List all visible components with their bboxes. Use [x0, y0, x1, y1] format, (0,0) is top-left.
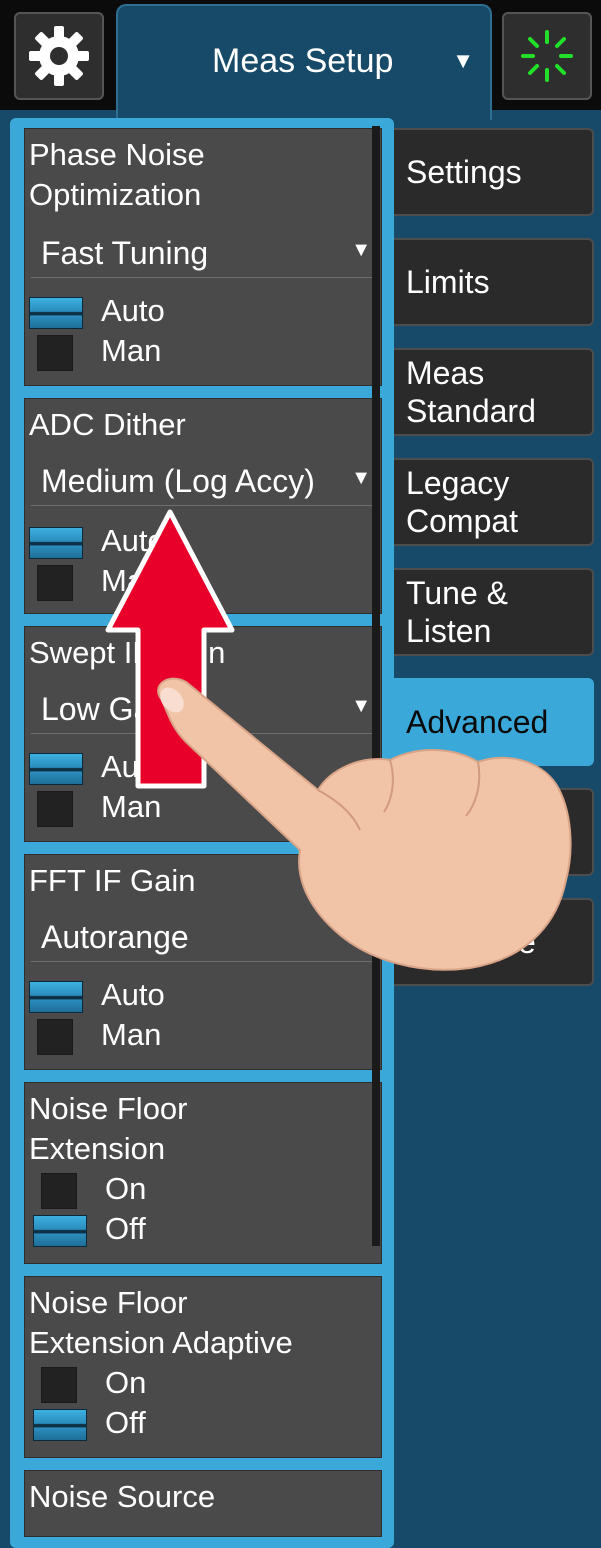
panel-title: Swept IF Gain	[29, 635, 226, 670]
meas-setup-menu-tab[interactable]: Meas Setup ▼	[116, 4, 492, 120]
radio-indicator	[41, 1367, 77, 1403]
man-radio[interactable]: Man	[25, 789, 355, 829]
radio-indicator	[37, 791, 73, 827]
select-value: Medium (Log Accy)	[41, 463, 315, 499]
noise-floor-extension-panel: Noise Floor Extension On Off	[24, 1082, 382, 1264]
fft-if-gain-value: Autorange	[31, 909, 377, 962]
auto-radio[interactable]: Auto	[25, 293, 355, 333]
dropdown-scrollbar[interactable]	[372, 126, 380, 1246]
radio-indicator	[37, 335, 73, 371]
off-radio[interactable]: Off	[25, 1211, 355, 1251]
radio-selected-indicator	[29, 981, 83, 1013]
dropdown-caret-icon: ▼	[351, 239, 371, 261]
radio-label: Auto	[101, 293, 165, 328]
select-value: Fast Tuning	[41, 235, 209, 271]
side-button-label: Meas	[406, 355, 485, 391]
panel-title: FFT IF Gain	[29, 863, 196, 898]
dropdown-caret-icon: ▼	[351, 695, 371, 717]
radio-indicator	[37, 565, 73, 601]
man-radio[interactable]: Man	[25, 563, 355, 603]
on-radio[interactable]: On	[25, 1171, 355, 1211]
side-button-label: Standard	[406, 393, 536, 429]
side-button-settings[interactable]: Settings	[380, 128, 594, 216]
radio-label: Man	[101, 789, 162, 824]
radio-label: On	[105, 1365, 147, 1400]
auto-radio[interactable]: Auto	[25, 977, 355, 1017]
panel-title: Phase Noise Optimization	[29, 137, 205, 212]
adc-dither-panel: ADC Dither Medium (Log Accy) ▼ Auto Man	[24, 398, 382, 614]
select-value: Autorange	[41, 919, 189, 955]
off-radio[interactable]: Off	[25, 1405, 355, 1445]
side-button-label: Advanced	[406, 704, 549, 740]
auto-radio[interactable]: Auto	[25, 749, 355, 789]
side-button-limits[interactable]: Limits	[380, 238, 594, 326]
dropdown-caret-icon: ▼	[351, 467, 371, 489]
side-button-legacy-compat[interactable]: Legacy Compat	[380, 458, 594, 546]
select-value: Low Gain	[41, 691, 177, 727]
auto-radio[interactable]: Auto	[25, 523, 355, 563]
settings-button[interactable]	[14, 12, 104, 100]
phase-noise-optimization-panel: Phase Noise Optimization Fast Tuning ▼ A…	[24, 128, 382, 386]
side-button-label: Listen	[406, 613, 492, 649]
side-button-hidden[interactable]	[380, 788, 594, 876]
fft-if-gain-panel: FFT IF Gain Autorange Auto Man	[24, 854, 382, 1070]
swept-if-gain-panel: Swept IF Gain Low Gain ▼ Auto Man	[24, 626, 382, 842]
noise-source-panel: Noise Source	[24, 1470, 382, 1537]
busy-spinner-icon	[521, 30, 573, 82]
side-button-label: Legacy	[406, 465, 510, 501]
menu-title: Meas Setup	[212, 42, 394, 80]
radio-label: Auto	[101, 749, 165, 784]
chevron-down-icon: ▼	[452, 48, 474, 73]
on-radio[interactable]: On	[25, 1365, 355, 1405]
side-button-meas-standard[interactable]: Meas Standard	[380, 348, 594, 436]
radio-selected-indicator	[29, 297, 83, 329]
radio-label: Auto	[101, 523, 165, 558]
radio-label: Man	[101, 563, 162, 598]
radio-selected-indicator	[29, 527, 83, 559]
radio-label: Auto	[101, 977, 165, 1012]
side-button-label: Limits	[406, 264, 490, 300]
phase-noise-select[interactable]: Fast Tuning ▼	[31, 225, 377, 278]
adc-dither-select[interactable]: Medium (Log Accy) ▼	[31, 453, 377, 506]
side-button-label: Tune &	[406, 575, 508, 611]
status-button[interactable]	[502, 12, 592, 100]
radio-label: On	[105, 1171, 147, 1206]
radio-label: Off	[105, 1211, 146, 1246]
radio-label: Off	[105, 1405, 146, 1440]
man-radio[interactable]: Man	[25, 333, 355, 373]
radio-selected-indicator	[29, 753, 83, 785]
side-button-label: Settings	[406, 154, 522, 190]
radio-selected-indicator	[33, 1409, 87, 1441]
side-button-label: Compat	[406, 503, 519, 539]
panel-title: Noise Floor Extension Adaptive	[29, 1285, 293, 1360]
side-button-partial[interactable]: ce	[380, 898, 594, 986]
panel-title: Noise Source	[29, 1479, 216, 1514]
man-radio[interactable]: Man	[25, 1017, 355, 1057]
panel-title: Noise Floor Extension	[29, 1091, 188, 1166]
panel-title: ADC Dither	[29, 407, 186, 442]
swept-if-gain-select[interactable]: Low Gain ▼	[31, 681, 377, 734]
radio-selected-indicator	[33, 1215, 87, 1247]
noise-floor-extension-adaptive-panel: Noise Floor Extension Adaptive On Off	[24, 1276, 382, 1458]
gear-icon	[29, 26, 89, 86]
radio-indicator	[37, 1019, 73, 1055]
radio-indicator	[41, 1173, 77, 1209]
radio-label: Man	[101, 333, 162, 368]
side-button-tune-listen[interactable]: Tune & Listen	[380, 568, 594, 656]
side-button-label: ce	[502, 924, 536, 960]
side-button-advanced[interactable]: Advanced	[380, 678, 594, 766]
radio-label: Man	[101, 1017, 162, 1052]
